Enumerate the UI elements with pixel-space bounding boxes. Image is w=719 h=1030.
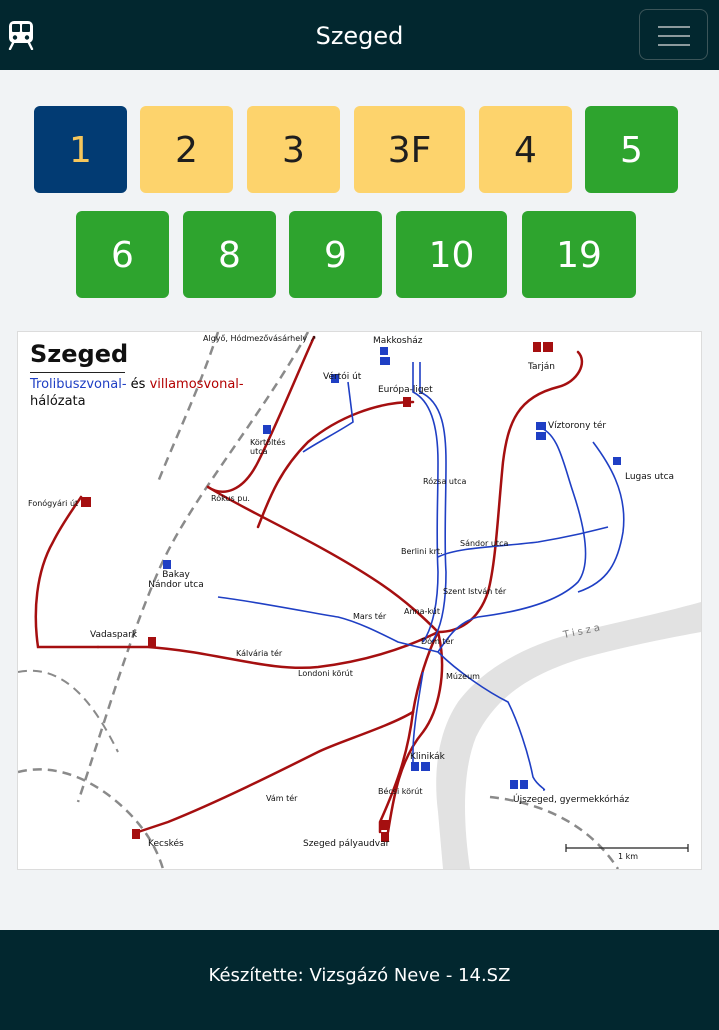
- tram-lines: [34, 335, 584, 834]
- river-tisza: [436, 602, 701, 869]
- label-tarjan: Tarján: [528, 362, 555, 372]
- label-berlini: Berlini krt.: [401, 547, 443, 556]
- label-tolbuhin: Szent István tér: [443, 587, 507, 596]
- label-europa: Európa-liget: [378, 385, 433, 395]
- label-vertoi: Vértói út: [323, 372, 362, 382]
- line-button-10[interactable]: 10: [396, 211, 507, 298]
- line-button-9[interactable]: 9: [289, 211, 382, 298]
- label-algyo: Algyő, Hódmezővásárhely ↗: [203, 334, 317, 343]
- label-dom: Dóm tér: [421, 637, 454, 646]
- line-button-1[interactable]: 1: [34, 106, 127, 193]
- navbar: Szeged: [0, 0, 719, 70]
- label-klinikak: Klinikák: [410, 752, 445, 762]
- footer-credit: Készítette: Vizsgázó Neve - 14.SZ: [208, 965, 511, 986]
- label-ujszeged: Újszeged, gyermekkórház: [513, 795, 630, 805]
- label-mars: Mars tér: [353, 612, 387, 621]
- label-kecskes: Kecskés: [148, 839, 184, 849]
- label-palyaudvar: Szeged pályaudvar: [303, 839, 390, 849]
- line-button-3f[interactable]: 3F: [354, 106, 465, 193]
- map-subtitle: Trolibuszvonal- és villamosvonal-: [30, 377, 244, 392]
- label-makkoshaz: Makkosház: [373, 336, 423, 346]
- line-button-4[interactable]: 4: [479, 106, 572, 193]
- subtitle-and: és: [126, 377, 150, 392]
- line-button-8[interactable]: 8: [183, 211, 276, 298]
- line-button-5[interactable]: 5: [585, 106, 678, 193]
- label-fonogyari: Fonógyári út: [28, 499, 79, 508]
- label-kortoltes: Körtöltés utca: [250, 438, 286, 456]
- line-button-2[interactable]: 2: [140, 106, 233, 193]
- label-rokus: Rókus pu.: [211, 494, 250, 503]
- label-anna: Anna-kút: [404, 607, 440, 616]
- app-title: Szeged: [315, 22, 404, 50]
- footer: Készítette: Vizsgázó Neve - 14.SZ: [0, 930, 719, 1030]
- label-kalvaria: Kálvária tér: [236, 649, 283, 658]
- map-subtitle-line2: hálózata: [30, 394, 86, 409]
- label-muzeum: Múzeum: [446, 672, 480, 681]
- map-title: Szeged: [30, 340, 129, 368]
- subtitle-tram: villamosvonal-: [149, 377, 244, 392]
- map-title-underline: [30, 372, 125, 373]
- label-bosi: Bécsi körút: [378, 787, 423, 796]
- label-rozsa: Rózsa utca: [423, 477, 467, 486]
- label-lugas: Lugas utca: [625, 472, 675, 482]
- network-map: Szeged Trolibuszvonal- és villamosvonal-…: [17, 331, 702, 870]
- scale-label: 1 km: [618, 852, 639, 861]
- line-button-3[interactable]: 3: [247, 106, 340, 193]
- label-londoni: Londoni körút: [298, 669, 353, 678]
- label-vam: Vám tér: [266, 794, 298, 803]
- label-bakay: Bakay Nándor utca: [148, 570, 204, 590]
- label-sandor: Sándor utca: [460, 539, 509, 548]
- label-viztorony: Víztorony tér: [548, 421, 607, 431]
- subtitle-trolley: Trolibuszvonal-: [30, 377, 127, 392]
- line-button-6[interactable]: 6: [76, 211, 169, 298]
- hamburger-menu-icon[interactable]: [639, 9, 708, 60]
- line-button-19[interactable]: 19: [522, 211, 636, 298]
- scale-bar: [565, 844, 689, 852]
- map-drawing: [18, 332, 701, 869]
- label-vadaspark: Vadaspark: [90, 630, 138, 640]
